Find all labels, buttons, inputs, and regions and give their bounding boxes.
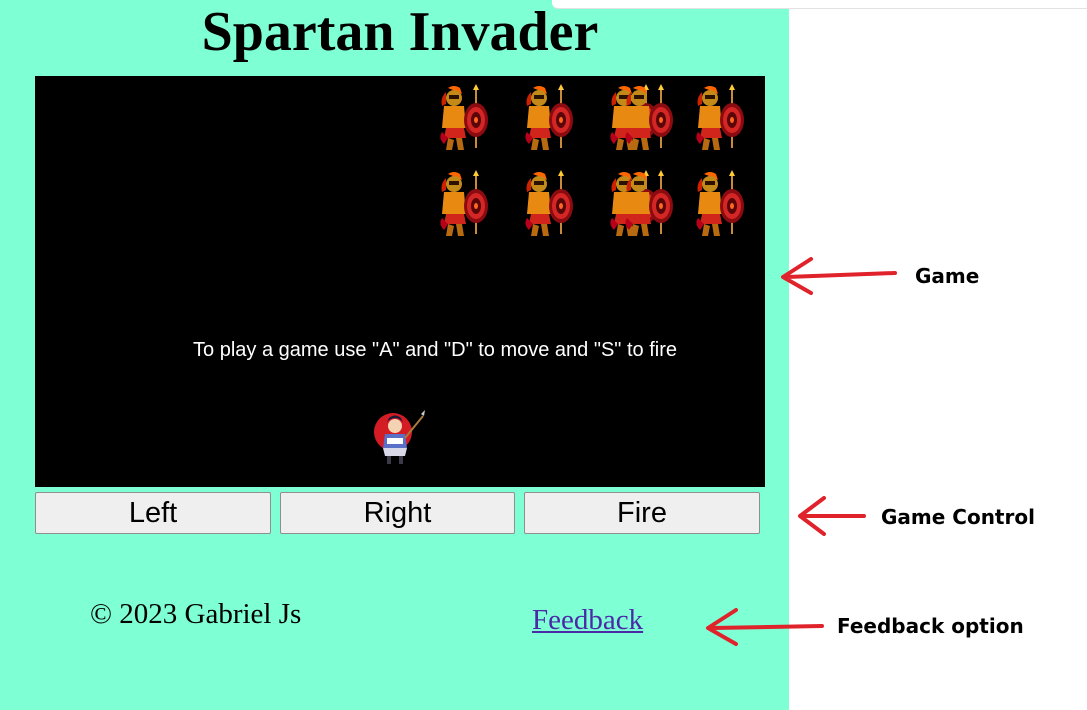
controls-annotation: Game Control <box>881 505 1035 529</box>
spartan-enemy-icon <box>694 170 746 240</box>
page-title: Spartan Invader <box>201 1 599 63</box>
spartan-enemy-icon <box>694 84 746 154</box>
controls-arrow-icon <box>798 496 866 536</box>
game-annotation: Game <box>915 264 980 288</box>
fire-button[interactable]: Fire <box>524 492 760 534</box>
feedback-link[interactable]: Feedback <box>532 604 643 637</box>
game-canvas[interactable]: To play a game use "A" and "D" to move a… <box>35 76 765 487</box>
spartan-enemy-icon <box>523 170 575 240</box>
copyright-text: © 2023 Gabriel Js <box>90 598 302 630</box>
spartan-enemy-icon <box>438 84 490 154</box>
spartan-enemy-icon <box>623 170 675 240</box>
spartan-enemy-icon <box>523 84 575 154</box>
spartan-enemy-icon <box>438 170 490 240</box>
game-instructions: To play a game use "A" and "D" to move a… <box>193 339 677 361</box>
feedback-arrow-icon <box>706 608 824 646</box>
player-soldier-icon <box>371 408 427 468</box>
right-button[interactable]: Right <box>280 492 515 534</box>
spartan-enemy-icon <box>623 84 675 154</box>
feedback-annotation: Feedback option <box>837 614 1024 638</box>
game-arrow-icon <box>781 257 897 295</box>
left-button[interactable]: Left <box>35 492 271 534</box>
